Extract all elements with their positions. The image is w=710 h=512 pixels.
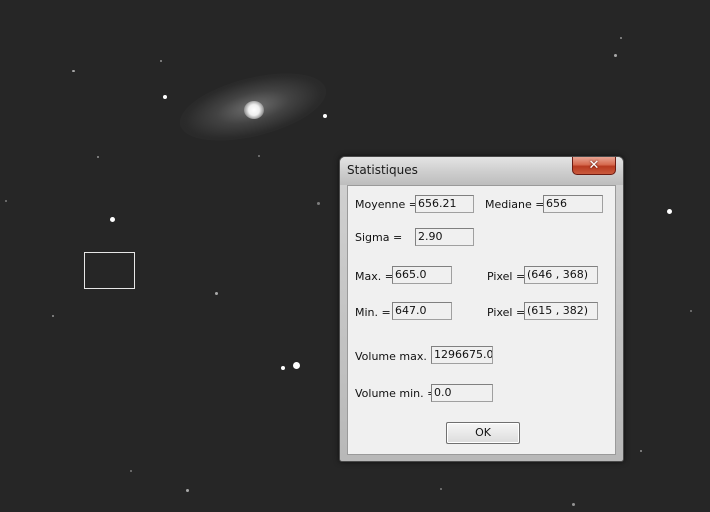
galaxy-core xyxy=(244,101,264,119)
star xyxy=(160,60,162,62)
sigma-field: 2.90 xyxy=(415,228,474,246)
star xyxy=(690,310,692,312)
star xyxy=(572,503,575,506)
star xyxy=(667,209,672,214)
star xyxy=(293,362,300,369)
sigma-label: Sigma = xyxy=(355,231,403,244)
star xyxy=(215,292,218,295)
star xyxy=(130,470,132,472)
volume-min-label: Volume min. = xyxy=(355,387,437,400)
moyenne-field: 656.21 xyxy=(415,195,474,213)
volume-max-field: 1296675.0 xyxy=(431,346,493,364)
star xyxy=(614,54,617,57)
mediane-field: 656 xyxy=(543,195,603,213)
max-pixel-field: (646 , 368) xyxy=(524,266,598,284)
max-field: 665.0 xyxy=(392,266,452,284)
moyenne-label: Moyenne = xyxy=(355,198,418,211)
star xyxy=(317,202,320,205)
star xyxy=(620,37,622,39)
dialog-content: Moyenne = 656.21 Mediane = 656 Sigma = 2… xyxy=(347,185,616,455)
dialog-titlebar[interactable]: Statistiques ✕ xyxy=(340,157,623,185)
star xyxy=(72,70,75,72)
statistics-dialog: Statistiques ✕ Moyenne = 656.21 Mediane … xyxy=(339,156,624,462)
star xyxy=(163,95,167,99)
volume-min-field: 0.0 xyxy=(431,384,493,402)
ok-button[interactable]: OK xyxy=(446,422,520,444)
max-label: Max. = xyxy=(355,270,394,283)
star xyxy=(5,200,7,202)
star xyxy=(258,155,260,157)
close-button[interactable]: ✕ xyxy=(572,157,616,175)
min-pixel-field: (615 , 382) xyxy=(524,302,598,320)
volume-max-label: Volume max. = xyxy=(355,350,440,363)
dialog-title: Statistiques xyxy=(347,163,418,177)
star xyxy=(281,366,285,370)
star xyxy=(97,156,99,158)
max-pixel-label: Pixel = xyxy=(487,270,526,283)
star xyxy=(440,488,442,490)
star xyxy=(186,489,189,492)
star xyxy=(640,450,642,452)
star xyxy=(52,315,54,317)
selection-rectangle[interactable] xyxy=(84,252,135,289)
min-label: Min. = xyxy=(355,306,391,319)
star xyxy=(323,114,327,118)
close-icon: ✕ xyxy=(588,158,600,173)
star xyxy=(110,217,115,222)
min-field: 647.0 xyxy=(392,302,452,320)
min-pixel-label: Pixel = xyxy=(487,306,526,319)
mediane-label: Mediane = xyxy=(485,198,545,211)
